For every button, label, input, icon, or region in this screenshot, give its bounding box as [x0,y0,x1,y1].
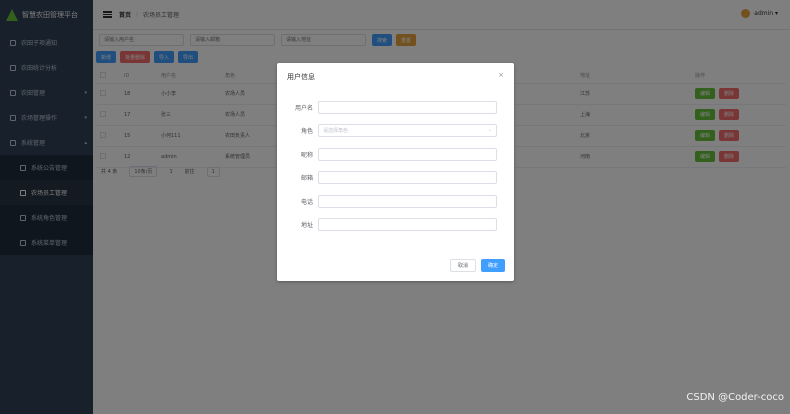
dialog-title: 用户信息 [287,73,315,81]
cancel-button[interactable]: 取消 [449,259,476,272]
close-icon[interactable]: × [498,71,504,79]
form-row-role: 角色 请选择角色 ⌄ [277,124,514,137]
address-field[interactable] [318,218,497,231]
role-label: 角色 [300,128,313,135]
watermark: CSDN @Coder-coco [686,392,784,403]
dialog-footer: 取消 确定 [449,259,505,272]
username-field[interactable] [318,101,497,114]
form-row-phone: 电话 [277,195,514,208]
chevron-down-icon: ⌄ [487,127,492,133]
email-field[interactable] [318,171,497,184]
address-label: 地址 [300,222,313,229]
user-info-dialog: 用户信息 × 用户名 角色 请选择角色 ⌄ 昵称 邮箱 电话 地址 取消 确定 [277,63,514,281]
form-row-address: 地址 [277,218,514,231]
phone-label: 电话 [300,199,313,206]
role-select-placeholder: 请选择角色 [323,128,349,134]
username-label: 用户名 [294,105,313,112]
form-row-username: 用户名 [277,101,514,114]
email-label: 邮箱 [300,175,313,182]
role-select[interactable]: 请选择角色 ⌄ [318,124,497,137]
confirm-button[interactable]: 确定 [480,259,505,272]
nickname-field[interactable] [318,148,497,161]
nickname-label: 昵称 [300,152,313,159]
form-row-nickname: 昵称 [277,148,514,161]
phone-field[interactable] [318,195,497,208]
form-row-email: 邮箱 [277,171,514,184]
